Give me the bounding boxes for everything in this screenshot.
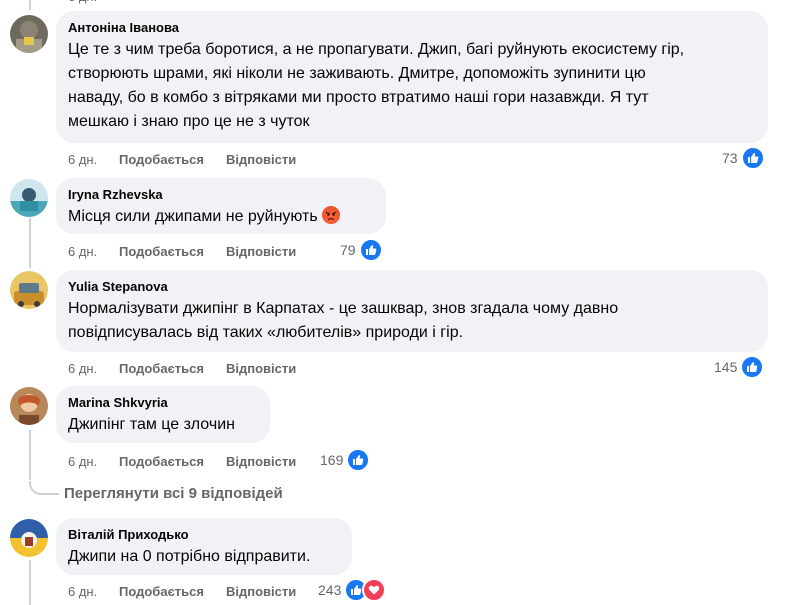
reply-button[interactable]: Відповісти <box>226 244 296 260</box>
reaction-count: 79 <box>340 242 356 258</box>
comment-time[interactable]: 6 дн. <box>68 584 97 600</box>
love-icon <box>362 578 387 602</box>
comment-bubble: Iryna Rzhevska Місця сили джипами не руй… <box>56 178 386 234</box>
reaction-count: 145 <box>714 359 738 375</box>
reaction-count: 243 <box>318 582 342 598</box>
like-button[interactable]: Подобається <box>119 454 204 470</box>
comment-author[interactable]: Антоніна Іванова <box>68 19 756 36</box>
avatar[interactable] <box>10 387 48 425</box>
reaction-summary[interactable]: 145 <box>714 355 765 379</box>
like-button[interactable]: Подобається <box>119 584 204 600</box>
reaction-count: 169 <box>320 452 344 468</box>
reaction-summary[interactable]: 73 <box>722 146 765 170</box>
comment-bubble: Marina Shkvyria Джипінг там це злочин <box>56 386 270 443</box>
comment-author[interactable]: Iryna Rzhevska <box>68 186 374 203</box>
thread-line <box>29 430 31 480</box>
avatar[interactable] <box>10 15 48 53</box>
comment-text: Нормалізувати джипінг в Карпатах - це за… <box>68 300 619 341</box>
thread-line <box>29 0 31 10</box>
like-icon <box>740 355 765 379</box>
avatar[interactable] <box>10 271 48 309</box>
thread-line <box>29 560 31 605</box>
comment-author[interactable]: Yulia Stepanova <box>68 278 756 295</box>
like-button[interactable]: Подобається <box>119 244 204 260</box>
like-button[interactable]: Подобається <box>119 152 204 168</box>
reply-button[interactable]: Відповісти <box>226 361 296 377</box>
reaction-summary[interactable]: 169 <box>320 448 371 472</box>
comment-text: Місця сили джипами не руйнують <box>68 205 374 229</box>
like-button[interactable]: Подобається <box>119 361 204 377</box>
reaction-summary[interactable]: 79 <box>340 238 383 262</box>
comment-text-content: Місця сили джипами не руйнують <box>68 208 318 225</box>
like-icon <box>346 448 371 472</box>
comment-bubble: Yulia Stepanova Нормалізувати джипінг в … <box>56 270 768 352</box>
comment-text: Це те з чим треба боротися, а не пропагу… <box>68 41 685 130</box>
comment-time[interactable]: 6 дн. <box>68 454 97 470</box>
comment-bubble: Віталій Приходько Джипи на 0 потрібно ві… <box>56 518 352 575</box>
reply-button[interactable]: Відповісти <box>226 152 296 168</box>
angry-face-icon <box>321 206 340 224</box>
reply-button[interactable]: Відповісти <box>226 584 296 600</box>
like-icon <box>358 238 383 262</box>
comment-text: Джипи на 0 потрібно відправити. <box>68 548 311 565</box>
like-icon <box>740 146 765 170</box>
avatar[interactable] <box>10 179 48 217</box>
comment-time: 6 дн. <box>68 0 97 5</box>
view-all-replies-link[interactable]: Переглянути всі 9 відповідей <box>64 485 283 503</box>
thread-line <box>29 218 31 268</box>
avatar[interactable] <box>10 519 48 557</box>
reaction-summary[interactable]: 243 <box>318 578 387 602</box>
comment-time[interactable]: 6 дн. <box>68 244 97 260</box>
comment-bubble: Антоніна Іванова Це те з чим треба борот… <box>56 11 768 143</box>
comment-time[interactable]: 6 дн. <box>68 152 97 168</box>
thread-connector <box>29 481 59 495</box>
comment-author[interactable]: Marina Shkvyria <box>68 394 258 411</box>
comment-text: Джипінг там це злочин <box>68 416 235 433</box>
comment-time[interactable]: 6 дн. <box>68 361 97 377</box>
reply-button[interactable]: Відповісти <box>226 454 296 470</box>
comment-author[interactable]: Віталій Приходько <box>68 526 340 543</box>
reaction-count: 73 <box>722 150 738 166</box>
